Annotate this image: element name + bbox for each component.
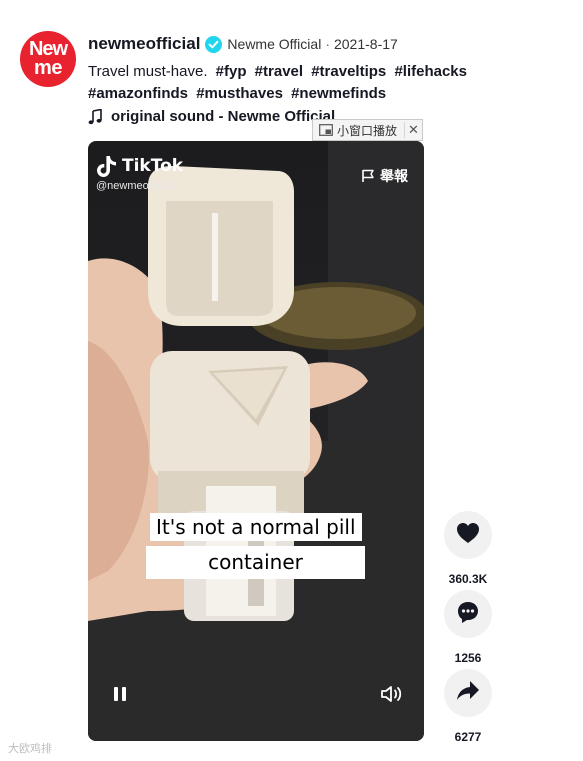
pause-icon[interactable] [110,684,130,704]
watermark-handle: @newmeofficial [96,180,174,192]
like-count: 360.3K [448,572,488,586]
verified-badge-icon [205,35,223,53]
share-action: 6277 [444,669,492,744]
video-player[interactable]: TikTok @newmeofficial 舉報 It's not a norm… [88,141,424,741]
hashtag-link[interactable]: #travel [255,63,303,80]
music-note-icon [88,108,103,125]
author-username[interactable]: newmeofficial [88,34,200,54]
music-link[interactable]: original sound - Newme Official [88,108,335,125]
report-button[interactable]: 舉報 [361,166,408,186]
hashtag-link[interactable]: #musthaves [196,85,283,102]
description-text: Travel must-have. [88,63,208,80]
share-icon [456,680,480,707]
flag-icon [361,169,375,183]
hashtag-link[interactable]: #amazonfinds [88,85,188,102]
music-label: original sound - Newme Official [111,108,336,125]
author-separator: · [325,36,330,52]
video-frame [88,141,424,741]
report-label: 舉報 [380,168,408,184]
pip-label: 小窗口播放 [337,123,398,138]
heart-icon [456,522,480,549]
pip-popup[interactable]: 小窗口播放 ✕ [312,119,423,141]
comment-button[interactable] [444,590,492,638]
author-avatar[interactable]: New me [20,31,76,87]
pip-icon [319,124,333,136]
share-count: 6277 [454,730,482,744]
site-watermark: 大欧鸡排 [8,743,52,755]
like-button[interactable] [444,511,492,559]
share-button[interactable] [444,669,492,717]
author-row: newmeofficial Newme Official · 2021-8-17 [88,34,398,54]
video-caption-line1: It's not a normal pill [150,513,362,541]
tiktok-watermark: TikTok [96,154,183,178]
pip-close-icon[interactable]: ✕ [404,122,422,138]
hashtag-link[interactable]: #lifehacks [394,63,467,80]
tiktok-logo-icon [96,154,118,178]
post-description: Travel must-have. #fyp #travel #travelti… [88,61,573,105]
comment-icon [456,600,480,629]
tiktok-brand-text: TikTok [122,156,184,176]
hashtag-link[interactable]: #newmefinds [291,85,386,102]
comment-count: 1256 [454,651,482,665]
avatar-text-line2: me [34,57,62,79]
hashtag-link[interactable]: #fyp [216,63,247,80]
volume-icon[interactable] [380,684,404,704]
comment-action: 1256 [444,590,492,665]
video-caption-line2: container [146,546,365,579]
hashtag-link[interactable]: #traveltips [311,63,386,80]
post-date: 2021-8-17 [333,36,398,52]
like-action: 360.3K [444,511,492,586]
author-nickname[interactable]: Newme Official [227,36,321,52]
